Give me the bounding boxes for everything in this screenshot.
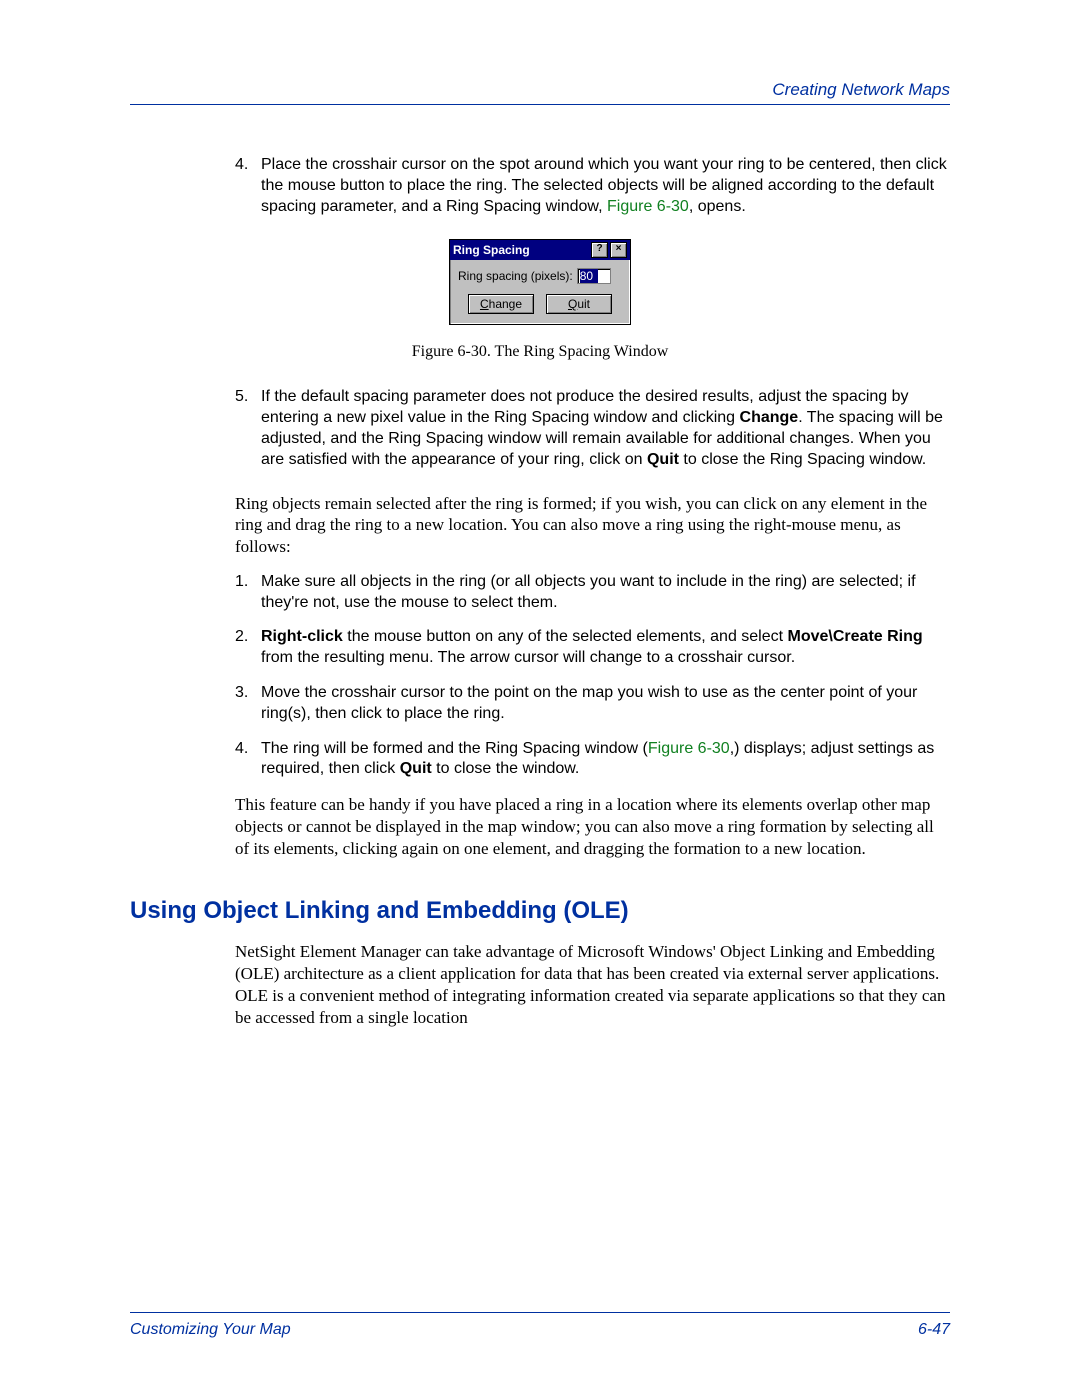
figure-ring-spacing: Ring Spacing ? × Ring spacing (pixels): … (130, 239, 950, 361)
header-section-title: Creating Network Maps (130, 80, 950, 100)
step-body: Right-click the mouse button on any of t… (261, 627, 950, 669)
bold-right-click: Right-click (261, 628, 343, 645)
s4-a: The ring will be formed and the Ring Spa… (261, 740, 648, 757)
move-step-3: 3. Move the crosshair cursor to the poin… (235, 683, 950, 725)
step-body: Move the crosshair cursor to the point o… (261, 683, 950, 725)
step-5: 5. If the default spacing parameter does… (235, 387, 950, 470)
step-number: 2. (235, 627, 261, 669)
move-step-2: 2. Right-click the mouse button on any o… (235, 627, 950, 669)
step4-text-a: Place the crosshair cursor on the spot a… (261, 156, 947, 215)
change-button[interactable]: Change (468, 294, 534, 314)
ring-spacing-label: Ring spacing (pixels): (458, 269, 573, 283)
move-step-4: 4. The ring will be formed and the Ring … (235, 739, 950, 781)
step-number: 1. (235, 572, 261, 614)
header-rule (130, 104, 950, 105)
s4-c: to close the window. (432, 760, 580, 777)
move-step-1: 1. Make sure all objects in the ring (or… (235, 572, 950, 614)
step-body: Make sure all objects in the ring (or al… (261, 572, 950, 614)
s2-b: from the resulting menu. The arrow curso… (261, 649, 795, 666)
paragraph-ring-selected: Ring objects remain selected after the r… (235, 493, 950, 558)
step5-c: to close the Ring Spacing window. (679, 451, 926, 468)
step-number: 5. (235, 387, 261, 470)
figure-ref-link[interactable]: Figure 6-30 (648, 740, 730, 757)
step4-text-b: , opens. (689, 198, 746, 215)
figure-ref-link[interactable]: Figure 6-30 (607, 198, 689, 215)
footer-left: Customizing Your Map (130, 1321, 291, 1339)
step-number: 4. (235, 739, 261, 781)
bold-quit: Quit (647, 451, 679, 468)
bold-move-create-ring: Move\Create Ring (788, 628, 923, 645)
ring-spacing-dialog: Ring Spacing ? × Ring spacing (pixels): … (449, 239, 631, 325)
heading-ole: Using Object Linking and Embedding (OLE) (130, 897, 950, 925)
quit-label-rest: uit (577, 297, 590, 311)
step-body: If the default spacing parameter does no… (261, 387, 950, 470)
change-label-rest: hange (489, 297, 522, 311)
quit-button[interactable]: Quit (546, 294, 612, 314)
dialog-title: Ring Spacing (453, 243, 591, 257)
ring-spacing-input[interactable]: 80 (577, 268, 611, 284)
step-body: Place the crosshair cursor on the spot a… (261, 155, 950, 217)
footer-page-number: 6-47 (918, 1321, 950, 1339)
dialog-titlebar: Ring Spacing ? × (450, 240, 630, 260)
ring-spacing-value: 80 (580, 269, 598, 283)
step-body: The ring will be formed and the Ring Spa… (261, 739, 950, 781)
paragraph-ole: NetSight Element Manager can take advant… (235, 941, 950, 1028)
close-icon[interactable]: × (610, 242, 627, 258)
paragraph-feature-handy: This feature can be handy if you have pl… (235, 794, 950, 859)
s2-a: the mouse button on any of the selected … (343, 628, 788, 645)
figure-caption: Figure 6-30. The Ring Spacing Window (130, 343, 950, 361)
page-footer: Customizing Your Map 6-47 (130, 1312, 950, 1339)
step-number: 3. (235, 683, 261, 725)
bold-change: Change (740, 409, 799, 426)
step-4: 4. Place the crosshair cursor on the spo… (235, 155, 950, 217)
footer-rule (130, 1312, 950, 1313)
help-icon[interactable]: ? (591, 242, 608, 258)
step-number: 4. (235, 155, 261, 217)
bold-quit: Quit (400, 760, 432, 777)
